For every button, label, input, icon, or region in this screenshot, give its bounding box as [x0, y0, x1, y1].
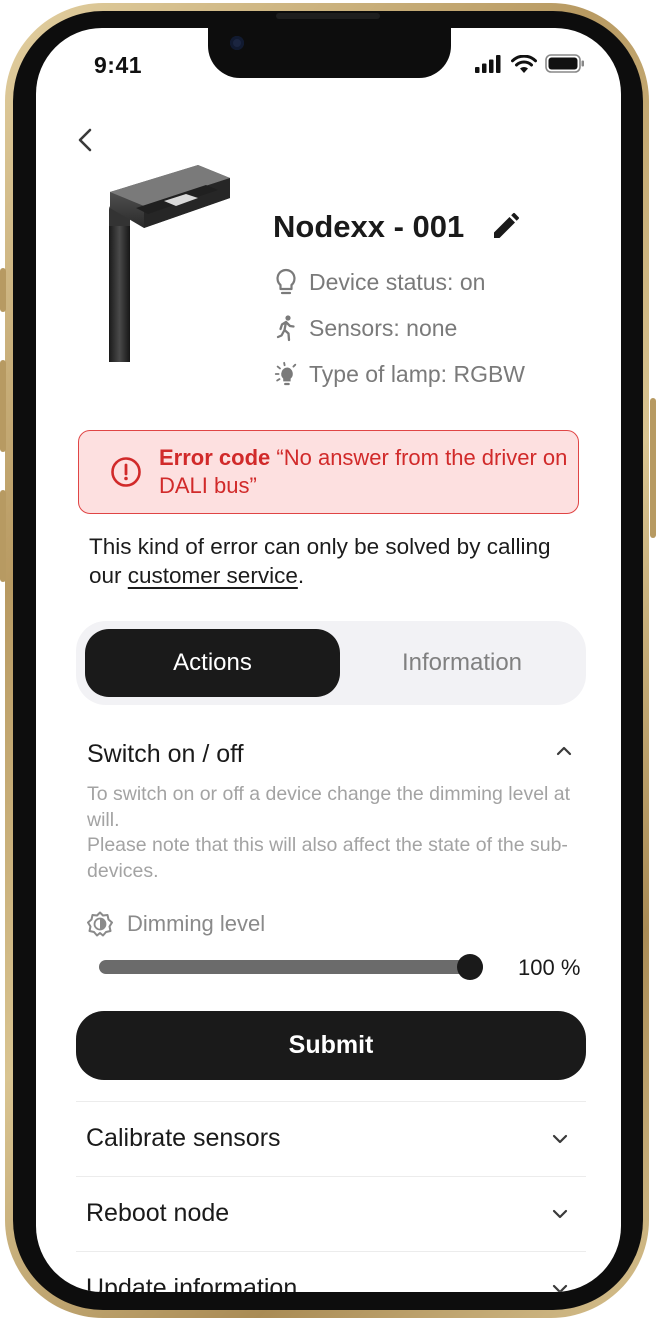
segmented-tabs: Actions Information	[76, 621, 586, 705]
edit-pencil-icon[interactable]	[490, 212, 520, 242]
lamp-type-icon	[274, 361, 297, 386]
customer-service-link[interactable]: customer service	[128, 563, 298, 588]
dimming-label-row: Dimming level	[87, 911, 265, 937]
device-status-row: Device status: on	[273, 268, 485, 296]
note-end: .	[297, 563, 305, 588]
lightbulb-icon	[276, 268, 296, 295]
phone-volume-down-button	[0, 490, 6, 582]
cellular-signal-icon	[475, 54, 501, 73]
error-circle-icon	[111, 457, 141, 487]
earpiece-speaker	[276, 13, 380, 19]
sensors-text: Sensors: none	[309, 314, 458, 341]
chevron-down-icon	[552, 1134, 568, 1144]
chevron-up-icon[interactable]	[554, 744, 574, 758]
accordion-label: Calibrate sensors	[86, 1124, 281, 1152]
error-code-label: Error code	[159, 445, 271, 470]
description-line-1: To switch on or off a device change the …	[87, 783, 571, 831]
dimming-label: Dimming level	[127, 911, 266, 936]
chevron-left-icon[interactable]	[72, 124, 100, 156]
app-screen: 9:41 Nodexx - 001 Device status: on Sens…	[36, 28, 621, 1292]
street-lamp-image	[109, 165, 230, 362]
sensors-row: Sensors: none	[273, 314, 457, 342]
error-help-note: This kind of error can only be solved by…	[89, 532, 569, 590]
accordion-label: Reboot node	[86, 1199, 230, 1227]
error-banner: Error code “No answer from the driver on…	[78, 430, 579, 514]
lamp-type-text: Type of lamp: RGBW	[309, 360, 526, 387]
running-person-icon	[276, 315, 295, 342]
submit-button[interactable]: Submit	[76, 1011, 586, 1080]
accordion-reboot-node[interactable]: Reboot node	[76, 1176, 586, 1252]
device-name: Nodexx - 001	[273, 209, 465, 244]
accordion-update-information[interactable]: Update information	[76, 1251, 586, 1292]
status-time: 9:41	[94, 52, 143, 78]
error-text: Error code “No answer from the driver on…	[159, 444, 578, 500]
brightness-icon	[87, 911, 113, 937]
accordion-label: Update information	[86, 1274, 298, 1292]
phone-power-button	[650, 398, 656, 538]
chevron-down-icon	[552, 1284, 568, 1292]
dimming-slider-track[interactable]	[99, 960, 483, 974]
description-line-2: Please note that this will also affect t…	[87, 834, 568, 882]
phone-action-button	[0, 268, 6, 312]
notch	[208, 28, 451, 78]
device-title-row: Nodexx - 001	[273, 209, 520, 245]
tab-information[interactable]: Information	[346, 629, 578, 697]
dimming-value: 100 %	[518, 955, 581, 980]
accordion-calibrate-sensors[interactable]: Calibrate sensors	[76, 1101, 586, 1177]
chevron-down-icon	[552, 1209, 568, 1219]
wifi-icon	[511, 54, 537, 73]
front-camera	[230, 36, 244, 50]
switch-section-description: To switch on or off a device change the …	[87, 782, 577, 884]
battery-icon	[545, 54, 584, 73]
tab-actions[interactable]: Actions	[85, 629, 340, 697]
phone-volume-up-button	[0, 360, 6, 452]
lamp-type-row: Type of lamp: RGBW	[273, 360, 525, 388]
dimming-slider-thumb[interactable]	[457, 954, 483, 980]
device-status-text: Device status: on	[309, 268, 486, 295]
switch-section-title[interactable]: Switch on / off	[87, 740, 244, 769]
status-icons	[475, 54, 585, 73]
